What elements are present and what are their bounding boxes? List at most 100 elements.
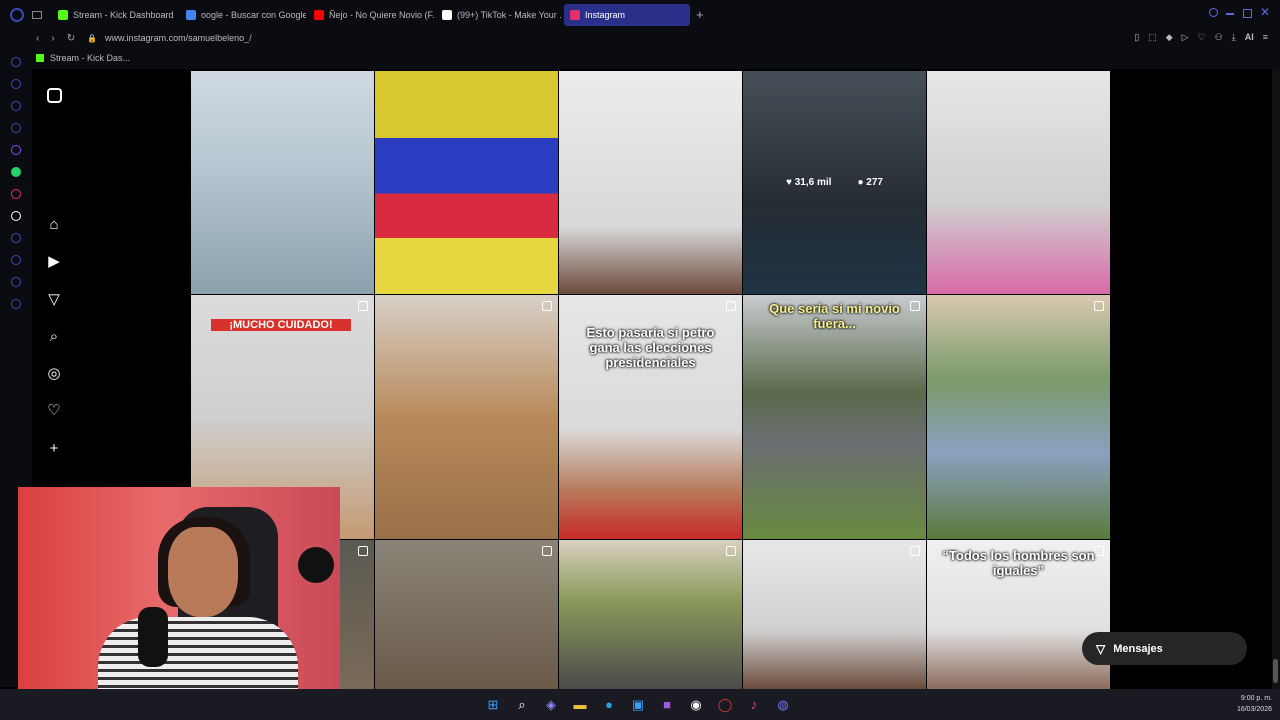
post-thumbnail[interactable]: ♥ 31,6 mil ● 277 — [743, 71, 926, 294]
browser-tab[interactable]: Ñejo - No Quiere Novio (F... — [308, 4, 434, 26]
ai-icon[interactable]: AI — [1245, 32, 1254, 43]
sidebar-instagram-icon[interactable] — [11, 189, 21, 199]
tab-title: Ñejo - No Quiere Novio (F... — [329, 9, 434, 20]
sidebar-tabs-icon[interactable] — [11, 123, 21, 133]
file-explorer-icon[interactable]: ▬ — [571, 696, 589, 714]
sidebar-vpn-icon[interactable] — [11, 101, 21, 111]
post-hover-stats: ♥ 31,6 mil ● 277 — [743, 71, 926, 294]
start-icon[interactable]: ⊞ — [484, 696, 502, 714]
reel-icon — [358, 546, 368, 556]
post-thumbnail[interactable]: “Todos los hombres son iguales” — [927, 540, 1110, 690]
sidebar-twitch-icon[interactable] — [11, 145, 21, 155]
search-icon[interactable]: ⌕ — [44, 326, 64, 346]
reload-icon[interactable]: ↻ — [67, 33, 75, 44]
download-icon[interactable]: ⤓ — [1232, 32, 1236, 43]
reel-icon — [726, 301, 736, 311]
browser-tab[interactable]: (99+) TikTok - Make Your ... — [436, 4, 562, 26]
obs-icon[interactable]: ◉ — [687, 696, 705, 714]
search-icon[interactable]: ⌕ — [513, 696, 531, 714]
post-thumbnail[interactable] — [927, 295, 1110, 539]
sidebar-aria-icon[interactable] — [11, 57, 21, 67]
opera-icon[interactable]: ◯ — [716, 696, 734, 714]
post-thumbnail[interactable] — [743, 540, 926, 690]
snapshot-icon[interactable]: ⬚ — [1148, 32, 1157, 43]
back-icon[interactable]: ‹ — [36, 33, 39, 44]
browser-tab[interactable]: Stream - Kick Dashboard — [52, 4, 178, 26]
minimize-button[interactable] — [1226, 13, 1234, 15]
post-thumbnail[interactable] — [375, 540, 558, 690]
likes-stat: ♥ 31,6 mil — [786, 177, 831, 188]
sidebar-whatsapp-icon[interactable] — [11, 167, 21, 177]
browser-tab[interactable]: oogle - Buscar con Google — [180, 4, 306, 26]
tiktok-app-icon[interactable]: ♪ — [745, 696, 763, 714]
search-tabs-icon[interactable] — [1209, 8, 1218, 17]
comments-stat: ● 277 — [857, 177, 883, 188]
clock-time: 9:00 p. m. — [1240, 695, 1272, 702]
app-icon[interactable]: ■ — [658, 696, 676, 714]
shield-icon[interactable]: ◆ — [1166, 32, 1173, 43]
post-caption: “Todos los hombres son iguales” — [942, 548, 1095, 578]
workspaces-icon[interactable] — [32, 10, 42, 19]
instagram-logo-icon[interactable] — [44, 85, 64, 105]
post-caption: Esto pasaría si petro gana las eleccione… — [586, 325, 715, 370]
clock-date: 16/03/2026 — [1236, 706, 1272, 713]
post-thumbnail[interactable]: Que sería si mi novio fuera... — [743, 295, 926, 539]
discord-icon[interactable]: ◍ — [774, 696, 792, 714]
menu-icon[interactable]: ≡ — [1263, 32, 1268, 43]
bookmark-kick[interactable]: Stream - Kick Das... — [50, 53, 130, 63]
reel-icon — [542, 546, 552, 556]
explore-icon[interactable]: ◎ — [44, 363, 64, 383]
notifications-icon[interactable]: ♡ — [44, 400, 64, 420]
toolbar-icons: ▯ ⬚ ◆ ▷ ♡ ⚇ ⤓ AI ≡ — [1134, 32, 1268, 43]
ring-light — [298, 547, 334, 583]
tab-title: Instagram — [585, 9, 626, 20]
comment-icon: ● — [857, 177, 867, 188]
post-thumbnail[interactable]: Esto pasaría si petro gana las eleccione… — [559, 295, 742, 539]
lock-icon: 🔒 — [87, 33, 98, 43]
page-scrollbar[interactable] — [1272, 69, 1280, 689]
sidebar-history-icon[interactable] — [11, 255, 21, 265]
post-thumbnail[interactable] — [375, 295, 558, 539]
sidebar-crypto-icon[interactable] — [11, 79, 21, 89]
bookmark-icon[interactable]: ▯ — [1134, 32, 1139, 43]
post-thumbnail[interactable] — [559, 71, 742, 294]
account-icon[interactable]: ⚇ — [1215, 32, 1223, 43]
system-tray[interactable]: 9:00 p. m. 16/03/2026 — [1237, 693, 1272, 715]
new-tab-button[interactable]: + — [696, 7, 704, 22]
reel-icon — [542, 301, 552, 311]
streamer-face — [168, 527, 238, 617]
home-icon[interactable]: ⌂ — [44, 214, 64, 234]
sidebar-extensions-icon[interactable] — [11, 277, 21, 287]
reel-icon — [910, 546, 920, 556]
scrollbar-thumb[interactable] — [1273, 659, 1278, 683]
url-field[interactable]: www.instagram.com/samuelbeleno_/ — [105, 33, 252, 43]
heart-icon[interactable]: ♡ — [1198, 32, 1206, 43]
messages-button[interactable]: ▽ Mensajes — [1082, 632, 1247, 665]
maximize-button[interactable] — [1243, 9, 1252, 18]
microphone — [138, 607, 168, 667]
post-thumbnail[interactable] — [927, 71, 1110, 294]
close-window-button[interactable]: ✕ — [1260, 5, 1270, 19]
opera-logo-icon[interactable] — [10, 7, 24, 22]
create-icon[interactable]: + — [44, 438, 64, 458]
post-thumbnail[interactable] — [375, 71, 558, 294]
post-thumbnail[interactable] — [559, 540, 742, 690]
reel-icon — [358, 301, 368, 311]
forward-icon[interactable]: › — [51, 33, 54, 44]
edge-icon[interactable]: ● — [600, 696, 618, 714]
address-bar-row: ‹ › ↻ 🔒 www.instagram.com/samuelbeleno_/… — [0, 29, 1280, 47]
browser-tab[interactable]: Instagram — [564, 3, 690, 26]
direct-icon[interactable]: ▽ — [44, 289, 64, 309]
webcam-overlay — [18, 487, 340, 702]
copilot-icon[interactable]: ◈ — [542, 696, 560, 714]
sidebar-player-icon[interactable] — [11, 233, 21, 243]
sidebar-tiktok-icon[interactable] — [11, 211, 21, 221]
tab-title: (99+) TikTok - Make Your ... — [457, 9, 562, 20]
sidebar-settings-icon[interactable] — [11, 299, 21, 309]
reels-icon[interactable]: ▶ — [44, 251, 64, 271]
post-thumbnail[interactable] — [191, 71, 374, 294]
store-icon[interactable]: ▣ — [629, 696, 647, 714]
direct-icon: ▽ — [1096, 641, 1106, 656]
reel-icon — [1094, 301, 1104, 311]
play-icon[interactable]: ▷ — [1182, 32, 1189, 43]
